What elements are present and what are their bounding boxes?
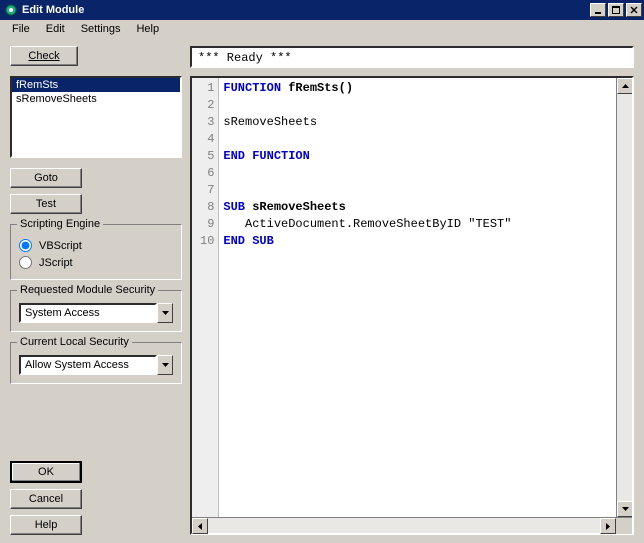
code-lines[interactable]: FUNCTION fRemSts() sRemoveSheets END FUN… xyxy=(219,78,616,517)
menu-bar: File Edit Settings Help xyxy=(0,20,644,38)
line-gutter: 12345678910 xyxy=(192,78,219,517)
local-security-value: Allow System Access xyxy=(19,355,157,375)
scroll-up-icon[interactable] xyxy=(617,78,632,94)
list-item[interactable]: sRemoveSheets xyxy=(12,92,180,106)
list-item[interactable]: fRemSts xyxy=(12,78,180,92)
radio-vbscript-label: VBScript xyxy=(39,240,82,252)
radio-vbscript-input[interactable] xyxy=(19,239,32,252)
local-security-legend: Current Local Security xyxy=(17,336,132,348)
function-list[interactable]: fRemStssRemoveSheets xyxy=(10,76,182,158)
scroll-track[interactable] xyxy=(617,94,632,501)
help-button[interactable]: Help xyxy=(10,515,82,535)
goto-button[interactable]: Goto xyxy=(10,168,82,188)
title-bar: Edit Module xyxy=(0,0,644,20)
close-button[interactable] xyxy=(626,3,642,17)
right-panel: *** Ready *** 12345678910 FUNCTION fRemS… xyxy=(190,38,644,543)
scroll-track[interactable] xyxy=(208,518,600,533)
app-icon xyxy=(4,3,18,17)
maximize-button[interactable] xyxy=(608,3,624,17)
window-title: Edit Module xyxy=(22,4,590,16)
menu-help[interactable]: Help xyxy=(128,21,167,37)
local-security-group: Current Local Security Allow System Acce… xyxy=(10,342,182,384)
scroll-left-icon[interactable] xyxy=(192,518,208,534)
menu-file[interactable]: File xyxy=(4,21,38,37)
requested-security-value: System Access xyxy=(19,303,157,323)
vertical-scrollbar[interactable] xyxy=(616,78,632,517)
check-button[interactable]: Check xyxy=(10,46,78,66)
scripting-engine-legend: Scripting Engine xyxy=(17,218,103,230)
code-editor[interactable]: 12345678910 FUNCTION fRemSts() sRemoveSh… xyxy=(190,76,634,535)
radio-vbscript[interactable]: VBScript xyxy=(19,237,173,254)
dropdown-arrow-icon[interactable] xyxy=(157,303,173,323)
requested-security-dropdown[interactable]: System Access xyxy=(19,303,173,323)
requested-security-group: Requested Module Security System Access xyxy=(10,290,182,332)
menu-edit[interactable]: Edit xyxy=(38,21,73,37)
horizontal-scrollbar[interactable] xyxy=(192,517,632,533)
scroll-right-icon[interactable] xyxy=(600,518,616,534)
main-area: Check fRemStssRemoveSheets Goto Test Scr… xyxy=(0,38,644,543)
menu-settings[interactable]: Settings xyxy=(73,21,129,37)
dropdown-arrow-icon[interactable] xyxy=(157,355,173,375)
cancel-button[interactable]: Cancel xyxy=(10,489,82,509)
left-panel: Check fRemStssRemoveSheets Goto Test Scr… xyxy=(0,38,190,543)
scroll-down-icon[interactable] xyxy=(617,501,632,517)
requested-security-legend: Requested Module Security xyxy=(17,284,158,296)
local-security-dropdown[interactable]: Allow System Access xyxy=(19,355,173,375)
ok-button[interactable]: OK xyxy=(10,461,82,483)
scripting-engine-group: Scripting Engine VBScript JScript xyxy=(10,224,182,280)
radio-jscript-label: JScript xyxy=(39,257,73,269)
status-box: *** Ready *** xyxy=(190,46,634,68)
minimize-button[interactable] xyxy=(590,3,606,17)
radio-jscript[interactable]: JScript xyxy=(19,254,173,271)
test-button[interactable]: Test xyxy=(10,194,82,214)
radio-jscript-input[interactable] xyxy=(19,256,32,269)
scroll-corner xyxy=(616,518,632,534)
